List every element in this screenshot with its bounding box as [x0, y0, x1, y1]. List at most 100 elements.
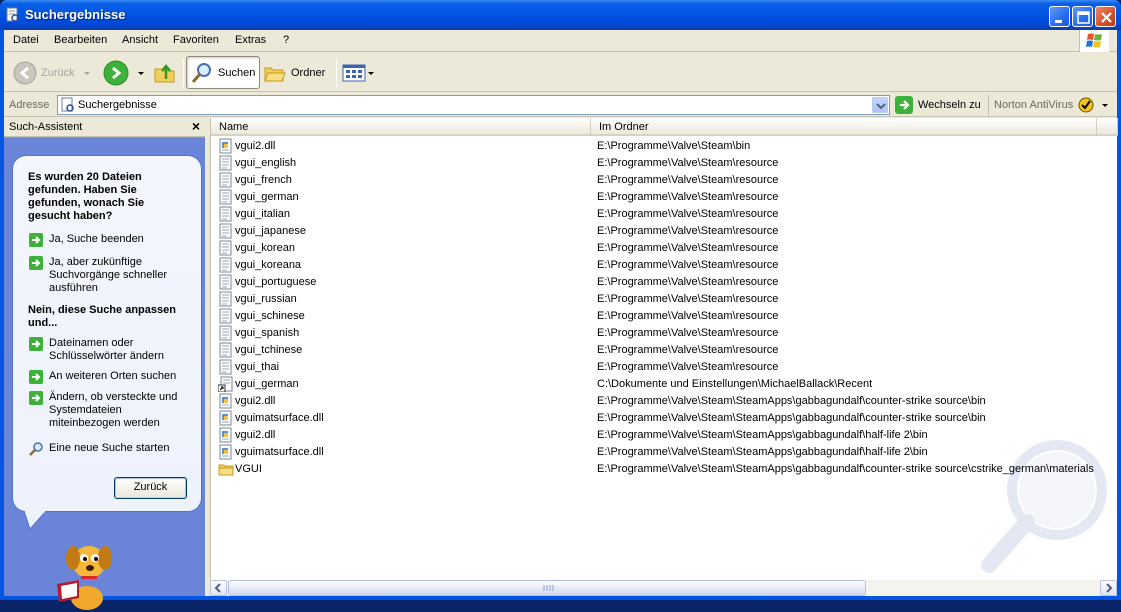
column-folder-label: Im Ordner	[599, 121, 649, 133]
file-name: vgui_german	[235, 378, 299, 390]
window-title: Suchergebnisse	[25, 7, 126, 22]
menu-bearbeiten[interactable]: Bearbeiten	[54, 34, 107, 46]
file-folder: E:\Programme\Valve\Steam\resource	[597, 191, 779, 203]
file-folder: E:\Programme\Valve\Steam\SteamApps\gabba…	[597, 395, 986, 407]
folders-button[interactable]: Ordner	[263, 56, 325, 89]
file-folder: E:\Programme\Valve\Steam\resource	[597, 276, 779, 288]
scroll-right-button[interactable]	[1100, 580, 1117, 596]
go-button[interactable]: Wechseln zu	[895, 95, 981, 115]
table-row[interactable]: vgui_korean E:\Programme\Valve\Steam\reso…	[215, 240, 1105, 257]
folders-icon	[264, 67, 286, 81]
table-row[interactable]: vgui_japanese E:\Programme\Valve\Steam\re…	[215, 223, 1105, 240]
toolbar: Zurück Suchen Ordner	[4, 53, 1117, 92]
option-other-places[interactable]: An weiteren Orten suchen	[28, 370, 193, 385]
horizontal-scrollbar[interactable]	[210, 580, 1117, 596]
bubble-tail	[24, 511, 47, 530]
assistant-back-button[interactable]: Zurück	[114, 477, 187, 499]
file-name: vgui_thai	[235, 361, 280, 373]
close-pane-button[interactable]: ×	[192, 118, 200, 134]
back-button[interactable]: Zurück	[13, 56, 93, 89]
table-row[interactable]: vguimatsurface.dll E:\Programme\Valve\Ste…	[215, 410, 1105, 427]
green-arrow-icon	[29, 337, 43, 351]
option-hidden-files[interactable]: Ändern, ob versteckte und Systemdateien …	[28, 391, 193, 430]
norton-antivirus-button[interactable]: Norton AntiVirus	[988, 95, 1111, 115]
scroll-thumb[interactable]	[228, 580, 866, 596]
text-file-icon	[219, 257, 232, 273]
close-button[interactable]	[1095, 6, 1116, 27]
option-stop-search[interactable]: Ja, Suche beenden	[28, 233, 193, 248]
green-arrow-icon	[29, 256, 43, 270]
views-icon	[342, 64, 366, 81]
table-row[interactable]: vgui2.dll E:\Programme\Valve\Steam\SteamA…	[215, 393, 1105, 410]
search-label: Suchen	[218, 66, 256, 79]
table-row[interactable]: vgui_italian E:\Programme\Valve\Steam\res…	[215, 206, 1105, 223]
dll-icon	[219, 410, 232, 426]
table-row[interactable]: vgui2.dll E:\Programme\Valve\Steam\SteamA…	[215, 427, 1105, 444]
menu-ansicht[interactable]: Ansicht	[122, 34, 158, 46]
table-row[interactable]: vgui_german E:\Programme\Valve\Steam\reso…	[215, 189, 1105, 206]
option-stop-search-label: Ja, Suche beenden	[49, 233, 144, 245]
file-folder: C:\Dokumente und Einstellungen\MichaelBa…	[597, 378, 873, 390]
minimize-button[interactable]	[1049, 6, 1070, 27]
file-name: vgui_english	[235, 157, 297, 169]
file-name: vgui_italian	[235, 208, 291, 220]
table-row[interactable]: vgui_schinese E:\Programme\Valve\Steam\re…	[215, 308, 1105, 325]
results-list[interactable]: Name Im Ordner vgui2.dll E:\Programme\Val…	[210, 118, 1118, 596]
scroll-left-button[interactable]	[210, 580, 227, 596]
title-bar[interactable]: Suchergebnisse	[0, 0, 1121, 30]
column-header-filler	[1097, 118, 1118, 136]
file-name: vgui_spanish	[235, 327, 300, 339]
up-folder-button[interactable]	[153, 56, 177, 89]
text-file-icon	[219, 189, 232, 205]
assistant-bubble: Es wurden 20 Dateien gefunden. Haben Sie…	[12, 155, 202, 512]
column-header-name[interactable]: Name	[211, 118, 591, 136]
menu-favoriten[interactable]: Favoriten	[173, 34, 219, 46]
table-row[interactable]: vgui_thai E:\Programme\Valve\Steam\resour…	[215, 359, 1105, 376]
table-row[interactable]: vgui_koreana E:\Programme\Valve\Steam\res…	[215, 257, 1105, 274]
file-name: vgui_koreana	[235, 259, 302, 271]
file-name: vgui2.dll	[235, 395, 276, 407]
file-name: vgui_french	[235, 174, 292, 186]
table-row[interactable]: vgui_spanish E:\Programme\Valve\Steam\res…	[215, 325, 1105, 342]
text-file-icon	[219, 308, 232, 324]
text-file-icon	[219, 240, 232, 256]
table-row[interactable]: vgui_german C:\Dokumente und Einstellunge…	[215, 376, 1105, 393]
file-folder: E:\Programme\Valve\Steam\bin	[597, 140, 751, 152]
views-button[interactable]	[342, 56, 376, 89]
forward-button[interactable]	[103, 56, 147, 89]
table-row[interactable]: vgui_russian E:\Programme\Valve\Steam\res…	[215, 291, 1105, 308]
results-question: Es wurden 20 Dateien gefunden. Haben Sie…	[28, 171, 145, 222]
table-row[interactable]: vgui_english E:\Programme\Valve\Steam\res…	[215, 155, 1105, 172]
maximize-icon	[1077, 11, 1090, 24]
maximize-button[interactable]	[1072, 6, 1093, 27]
table-row[interactable]: VGUI E:\Programme\Valve\Steam\SteamApps\g…	[215, 461, 1105, 478]
file-name: vgui_portuguese	[235, 276, 317, 288]
address-value: Suchergebnisse	[78, 99, 157, 111]
table-row[interactable]: vgui_portuguese E:\Programme\Valve\Steam\…	[215, 274, 1105, 291]
file-name: vguimatsurface.dll	[235, 412, 324, 424]
table-row[interactable]: vgui2.dll E:\Programme\Valve\Steam\bin	[215, 138, 1105, 155]
column-header-folder[interactable]: Im Ordner	[591, 118, 1097, 136]
search-assistant-title: Such-Assistent	[9, 121, 83, 133]
text-file-icon	[219, 223, 232, 239]
search-button[interactable]: Suchen	[186, 56, 260, 89]
text-file-icon	[219, 325, 232, 341]
address-input[interactable]: Suchergebnisse	[57, 95, 890, 115]
forward-arrow-icon	[103, 60, 129, 85]
table-row[interactable]: vgui_tchinese E:\Programme\Valve\Steam\re…	[215, 342, 1105, 359]
table-row[interactable]: vguimatsurface.dll E:\Programme\Valve\Ste…	[215, 444, 1105, 461]
option-faster-search[interactable]: Ja, aber zukünftige Suchvorgänge schnell…	[28, 256, 193, 295]
text-file-icon	[219, 206, 232, 222]
menu-help[interactable]: ?	[283, 34, 289, 46]
option-change-names[interactable]: Dateinamen oder Schlüsselwörter ändern	[28, 337, 193, 363]
menu-extras[interactable]: Extras	[235, 34, 266, 46]
option-new-search[interactable]: Eine neue Suche starten	[28, 442, 193, 457]
table-row[interactable]: vgui_french E:\Programme\Valve\Steam\reso…	[215, 172, 1105, 189]
option-change-names-label: Dateinamen oder Schlüsselwörter ändern	[49, 337, 164, 362]
menu-datei[interactable]: Datei	[13, 34, 39, 46]
address-bar: Adresse Suchergebnisse Wechseln zu Norto…	[4, 93, 1117, 117]
file-folder: E:\Programme\Valve\Steam\SteamApps\gabba…	[597, 429, 928, 441]
green-arrow-icon	[29, 391, 43, 405]
address-dropdown-button[interactable]	[872, 97, 888, 113]
folders-label: Ordner	[291, 66, 326, 79]
